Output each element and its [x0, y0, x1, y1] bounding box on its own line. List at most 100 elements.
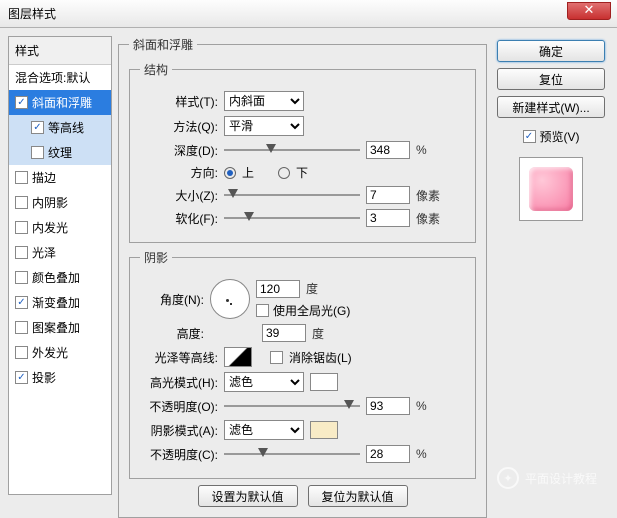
technique-label: 方法(Q): — [140, 118, 218, 135]
preview-thumbnail — [519, 157, 583, 221]
style-checkbox[interactable] — [15, 346, 28, 359]
structure-legend: 结构 — [140, 61, 172, 78]
angle-unit: 度 — [306, 280, 318, 297]
shadow-opacity-label: 不透明度(C): — [140, 446, 218, 463]
style-label: 渐变叠加 — [32, 294, 80, 311]
altitude-unit: 度 — [312, 325, 324, 342]
highlight-opacity-input[interactable] — [366, 397, 410, 415]
style-select[interactable]: 内斜面 — [224, 91, 304, 111]
shading-group: 阴影 角度(N): 度 使用全局光(G) — [129, 249, 476, 479]
shadow-opacity-input[interactable] — [366, 445, 410, 463]
style-label: 颜色叠加 — [32, 269, 80, 286]
structure-group: 结构 样式(T): 内斜面 方法(Q): 平滑 深度(D): % 方向: — [129, 61, 476, 243]
depth-label: 深度(D): — [140, 142, 218, 159]
preview-checkbox[interactable]: ✓ — [523, 130, 536, 143]
angle-label: 角度(N): — [140, 291, 204, 308]
shadow-mode-label: 阴影模式(A): — [140, 422, 218, 439]
soften-slider[interactable] — [224, 209, 360, 227]
technique-select[interactable]: 平滑 — [224, 116, 304, 136]
angle-control[interactable] — [210, 279, 250, 319]
window-title: 图层样式 — [8, 5, 56, 22]
shadow-opacity-slider[interactable] — [224, 445, 360, 463]
style-checkbox[interactable] — [15, 271, 28, 284]
style-label: 等高线 — [48, 119, 84, 136]
angle-input[interactable] — [256, 280, 300, 298]
style-label: 样式(T): — [140, 93, 218, 110]
style-label: 纹理 — [48, 144, 72, 161]
new-style-button[interactable]: 新建样式(W)... — [497, 96, 605, 118]
style-label: 斜面和浮雕 — [32, 94, 92, 111]
ok-button[interactable]: 确定 — [497, 40, 605, 62]
style-item-光泽[interactable]: 光泽 — [9, 240, 111, 265]
style-item-图案叠加[interactable]: 图案叠加 — [9, 315, 111, 340]
altitude-label: 高度: — [140, 325, 204, 342]
style-checkbox[interactable] — [15, 321, 28, 334]
dialog-content: 样式 混合选项:默认 ✓ 斜面和浮雕 ✓ 等高线纹理描边内阴影内发光光泽颜色叠加 ✓ 渐变… — [0, 28, 617, 503]
styles-header: 样式 — [9, 37, 111, 65]
style-label: 内发光 — [32, 219, 68, 236]
gloss-contour-picker[interactable] — [224, 347, 252, 367]
preview-swatch — [529, 167, 573, 211]
direction-label: 方向: — [140, 164, 218, 181]
depth-unit: % — [416, 143, 427, 157]
style-item-等高线[interactable]: ✓ 等高线 — [9, 115, 111, 140]
size-slider[interactable] — [224, 186, 360, 204]
shadow-mode-select[interactable]: 滤色 — [224, 420, 304, 440]
highlight-opacity-label: 不透明度(O): — [140, 398, 218, 415]
style-item-纹理[interactable]: 纹理 — [9, 140, 111, 165]
style-label: 投影 — [32, 369, 56, 386]
highlight-opacity-unit: % — [416, 399, 427, 413]
down-label: 下 — [296, 164, 308, 181]
style-checkbox[interactable] — [15, 196, 28, 209]
titlebar: 图层样式 ✕ — [0, 0, 617, 28]
style-item-描边[interactable]: 描边 — [9, 165, 111, 190]
global-light-checkbox[interactable] — [256, 304, 269, 317]
direction-down-radio[interactable] — [278, 167, 290, 179]
style-checkbox[interactable]: ✓ — [15, 296, 28, 309]
style-item-斜面和浮雕[interactable]: ✓ 斜面和浮雕 — [9, 90, 111, 115]
size-unit: 像素 — [416, 187, 440, 204]
size-input[interactable] — [366, 186, 410, 204]
style-label: 描边 — [32, 169, 56, 186]
style-item-外发光[interactable]: 外发光 — [9, 340, 111, 365]
style-label: 外发光 — [32, 344, 68, 361]
style-item-颜色叠加[interactable]: 颜色叠加 — [9, 265, 111, 290]
style-checkbox[interactable]: ✓ — [31, 121, 44, 134]
soften-input[interactable] — [366, 209, 410, 227]
highlight-mode-label: 高光模式(H): — [140, 374, 218, 391]
style-item-渐变叠加[interactable]: ✓ 渐变叠加 — [9, 290, 111, 315]
style-label: 光泽 — [32, 244, 56, 261]
style-checkbox[interactable] — [15, 171, 28, 184]
style-label: 内阴影 — [32, 194, 68, 211]
style-item-投影[interactable]: ✓ 投影 — [9, 365, 111, 390]
gloss-label: 光泽等高线: — [140, 349, 218, 366]
shadow-color[interactable] — [310, 421, 338, 439]
blending-options[interactable]: 混合选项:默认 — [9, 65, 111, 90]
main-panel: 斜面和浮雕 结构 样式(T): 内斜面 方法(Q): 平滑 深度(D): % — [118, 36, 487, 495]
style-checkbox[interactable]: ✓ — [15, 96, 28, 109]
style-checkbox[interactable]: ✓ — [15, 371, 28, 384]
highlight-opacity-slider[interactable] — [224, 397, 360, 415]
make-default-button[interactable]: 设置为默认值 — [198, 485, 298, 507]
cancel-button[interactable]: 复位 — [497, 68, 605, 90]
close-button[interactable]: ✕ — [567, 2, 611, 20]
soften-label: 软化(F): — [140, 210, 218, 227]
style-checkbox[interactable] — [31, 146, 44, 159]
up-label: 上 — [242, 164, 254, 181]
anti-alias-checkbox[interactable] — [270, 351, 283, 364]
reset-default-button[interactable]: 复位为默认值 — [308, 485, 408, 507]
highlight-color[interactable] — [310, 373, 338, 391]
highlight-mode-select[interactable]: 滤色 — [224, 372, 304, 392]
bevel-group: 斜面和浮雕 结构 样式(T): 内斜面 方法(Q): 平滑 深度(D): % — [118, 36, 487, 518]
altitude-input[interactable] — [262, 324, 306, 342]
style-item-内发光[interactable]: 内发光 — [9, 215, 111, 240]
style-checkbox[interactable] — [15, 246, 28, 259]
direction-up-radio[interactable] — [224, 167, 236, 179]
depth-input[interactable] — [366, 141, 410, 159]
style-label: 图案叠加 — [32, 319, 80, 336]
shadow-opacity-unit: % — [416, 447, 427, 461]
depth-slider[interactable] — [224, 141, 360, 159]
bevel-legend: 斜面和浮雕 — [129, 36, 197, 53]
style-item-内阴影[interactable]: 内阴影 — [9, 190, 111, 215]
style-checkbox[interactable] — [15, 221, 28, 234]
